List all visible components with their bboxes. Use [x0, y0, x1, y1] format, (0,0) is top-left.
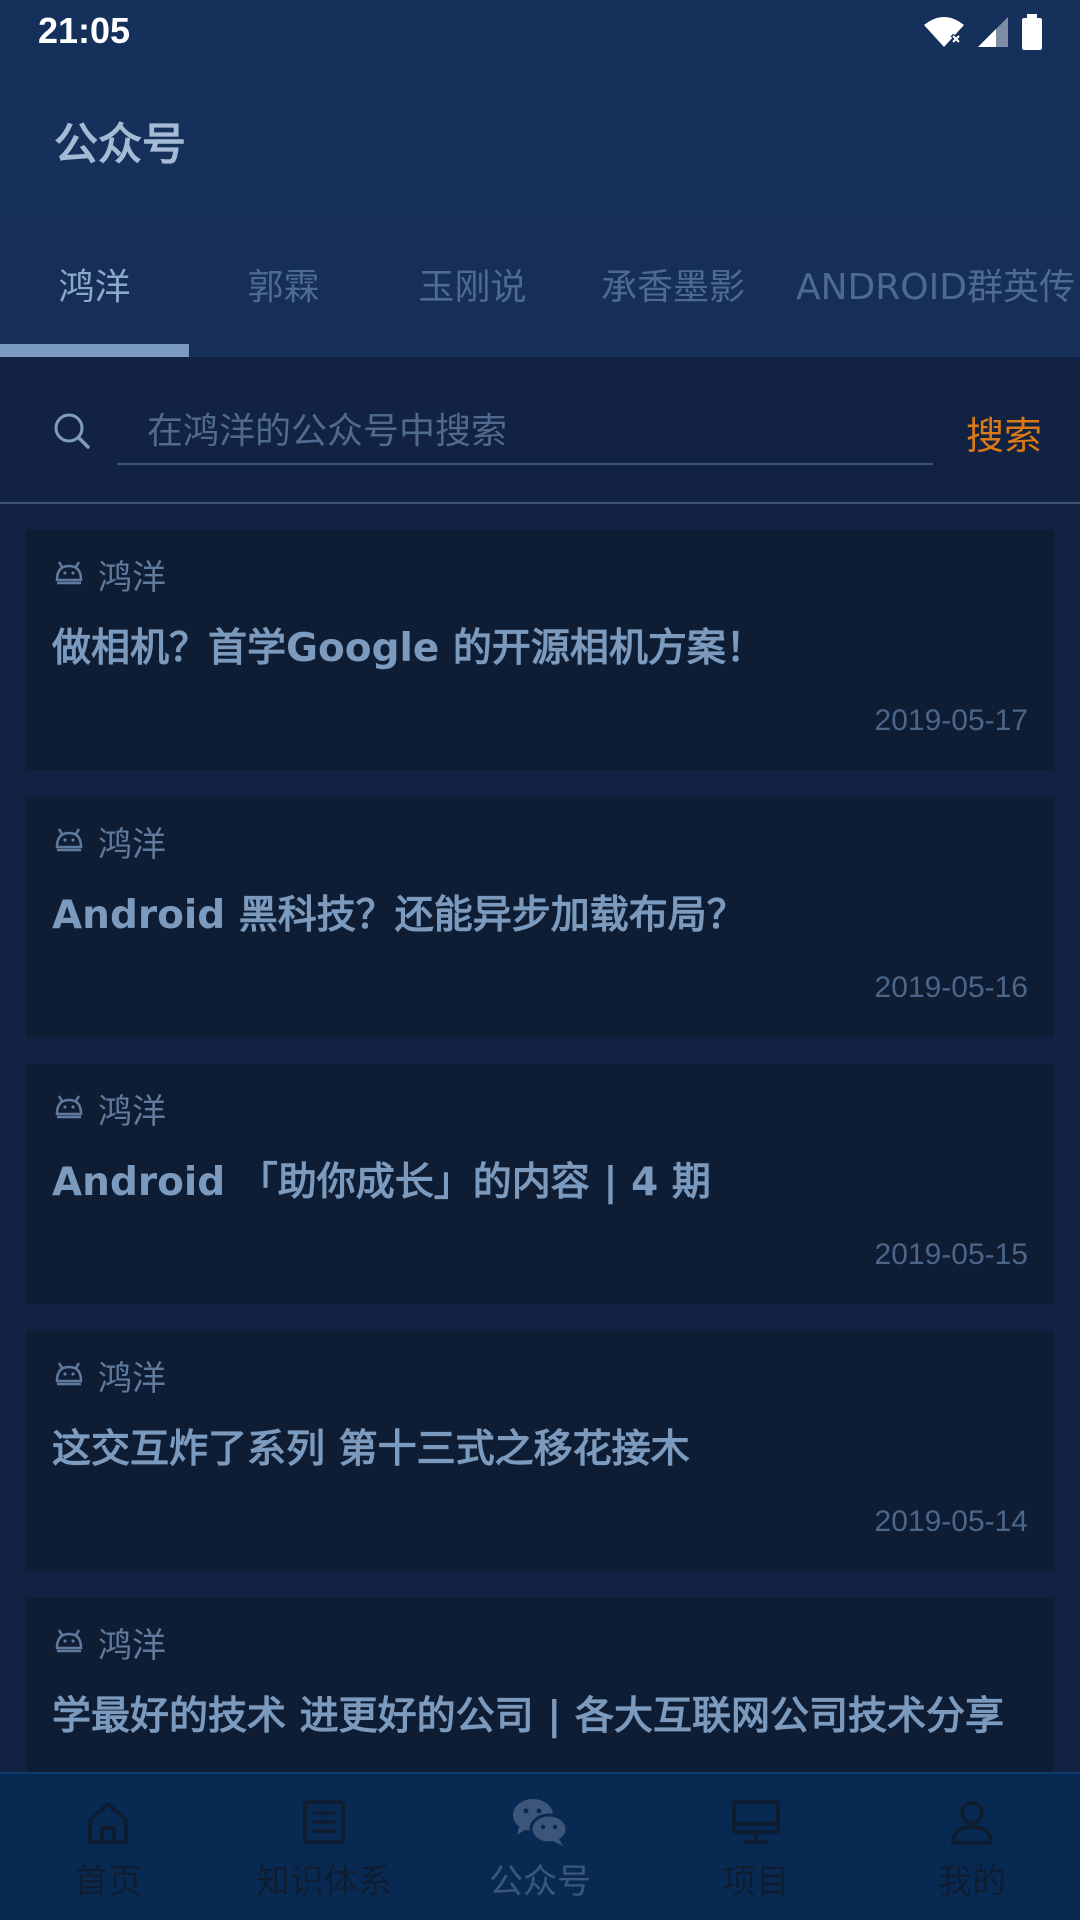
- status-bar: 21:05: [0, 0, 1080, 64]
- article-title: 做相机？首学Google 的开源相机方案！: [52, 626, 765, 671]
- tab-yugangshuo[interactable]: 玉刚说: [378, 210, 567, 357]
- nav-label: 我的: [938, 1862, 1006, 1902]
- article-date: 2019-05-15: [874, 1238, 1028, 1271]
- android-icon: [55, 828, 83, 852]
- list-item[interactable]: 鸿洋 Android 黑科技？还能异步加载布局？ 2019-05-16: [26, 797, 1054, 1037]
- nav-label: 首页: [74, 1862, 142, 1902]
- search-input[interactable]: [117, 399, 933, 465]
- nav-item-home[interactable]: 首页: [0, 1774, 216, 1920]
- tab-label: 承香墨影: [600, 266, 745, 308]
- tab-android-qunyingzhuan[interactable]: ANDROID群英传: [796, 210, 1080, 357]
- tab-label: 玉刚说: [418, 266, 527, 308]
- nav-item-knowledge[interactable]: 知识体系: [216, 1774, 432, 1920]
- search-button[interactable]: 搜索: [966, 405, 1042, 460]
- list-item[interactable]: 鸿洋 Android 「助你成长」的内容 | 4 期 2019-05-15: [26, 1064, 1054, 1304]
- list-item[interactable]: 鸿洋 学最好的技术 进更好的公司 | 各大互联网公司技术分享: [26, 1598, 1054, 1772]
- bottom-nav: 首页 知识体系 公众号 项目 我的: [0, 1772, 1080, 1920]
- tab-bar: 鸿洋 郭霖 玉刚说 承香墨影 ANDROID群英传: [0, 210, 1080, 357]
- search-icon: [54, 413, 90, 449]
- tab-label: 郭霖: [247, 266, 320, 308]
- nav-label: 公众号: [489, 1862, 591, 1902]
- article-author: 鸿洋: [98, 1359, 166, 1399]
- list-icon: [303, 1800, 345, 1844]
- article-title: Android 「助你成长」的内容 | 4 期: [52, 1160, 711, 1205]
- tab-indicator: [0, 344, 189, 357]
- android-icon: [55, 561, 83, 585]
- article-author: 鸿洋: [98, 1626, 166, 1666]
- article-author: 鸿洋: [98, 825, 166, 865]
- nav-item-mine[interactable]: 我的: [864, 1774, 1080, 1920]
- list-item[interactable]: 鸿洋 做相机？首学Google 的开源相机方案！ 2019-05-17: [26, 530, 1054, 770]
- home-icon: [88, 1802, 128, 1844]
- wechat-icon: [513, 1799, 569, 1846]
- monitor-icon: [732, 1800, 780, 1844]
- article-title: 这交互炸了系列 第十三式之移花接木: [52, 1427, 690, 1472]
- android-icon: [55, 1629, 83, 1653]
- list-item[interactable]: 鸿洋 这交互炸了系列 第十三式之移花接木 2019-05-14: [26, 1331, 1054, 1571]
- tab-label: ANDROID群英传: [796, 266, 1075, 308]
- article-list: 鸿洋 做相机？首学Google 的开源相机方案！ 2019-05-17 鸿洋 A…: [0, 506, 1080, 1772]
- nav-label: 知识体系: [256, 1862, 392, 1902]
- nav-item-project[interactable]: 项目: [648, 1774, 864, 1920]
- tab-guolin[interactable]: 郭霖: [189, 210, 378, 357]
- tab-hongyang[interactable]: 鸿洋: [0, 210, 189, 357]
- status-icons: [922, 12, 1044, 52]
- tab-chengxiangmoying[interactable]: 承香墨影: [567, 210, 779, 357]
- battery-icon: [1022, 14, 1042, 50]
- article-author: 鸿洋: [98, 1092, 166, 1132]
- signal-icon: [978, 17, 1008, 47]
- wifi-icon: [924, 17, 964, 47]
- search-bar: 搜索: [0, 357, 1080, 504]
- nav-item-wechat[interactable]: 公众号: [432, 1774, 648, 1920]
- tab-label: 鸿洋: [58, 266, 131, 308]
- nav-label: 项目: [722, 1862, 790, 1902]
- android-icon: [55, 1362, 83, 1386]
- article-author: 鸿洋: [98, 558, 166, 598]
- status-time: 21:05: [38, 10, 131, 51]
- article-date: 2019-05-14: [874, 1505, 1028, 1538]
- article-title: 学最好的技术 进更好的公司 | 各大互联网公司技术分享: [52, 1694, 1004, 1739]
- article-date: 2019-05-17: [874, 704, 1028, 737]
- person-icon: [951, 1801, 993, 1845]
- android-icon: [55, 1095, 83, 1119]
- page-title: 公众号: [54, 119, 186, 170]
- article-date: 2019-05-16: [874, 971, 1028, 1004]
- article-title: Android 黑科技？还能异步加载布局？: [52, 893, 746, 938]
